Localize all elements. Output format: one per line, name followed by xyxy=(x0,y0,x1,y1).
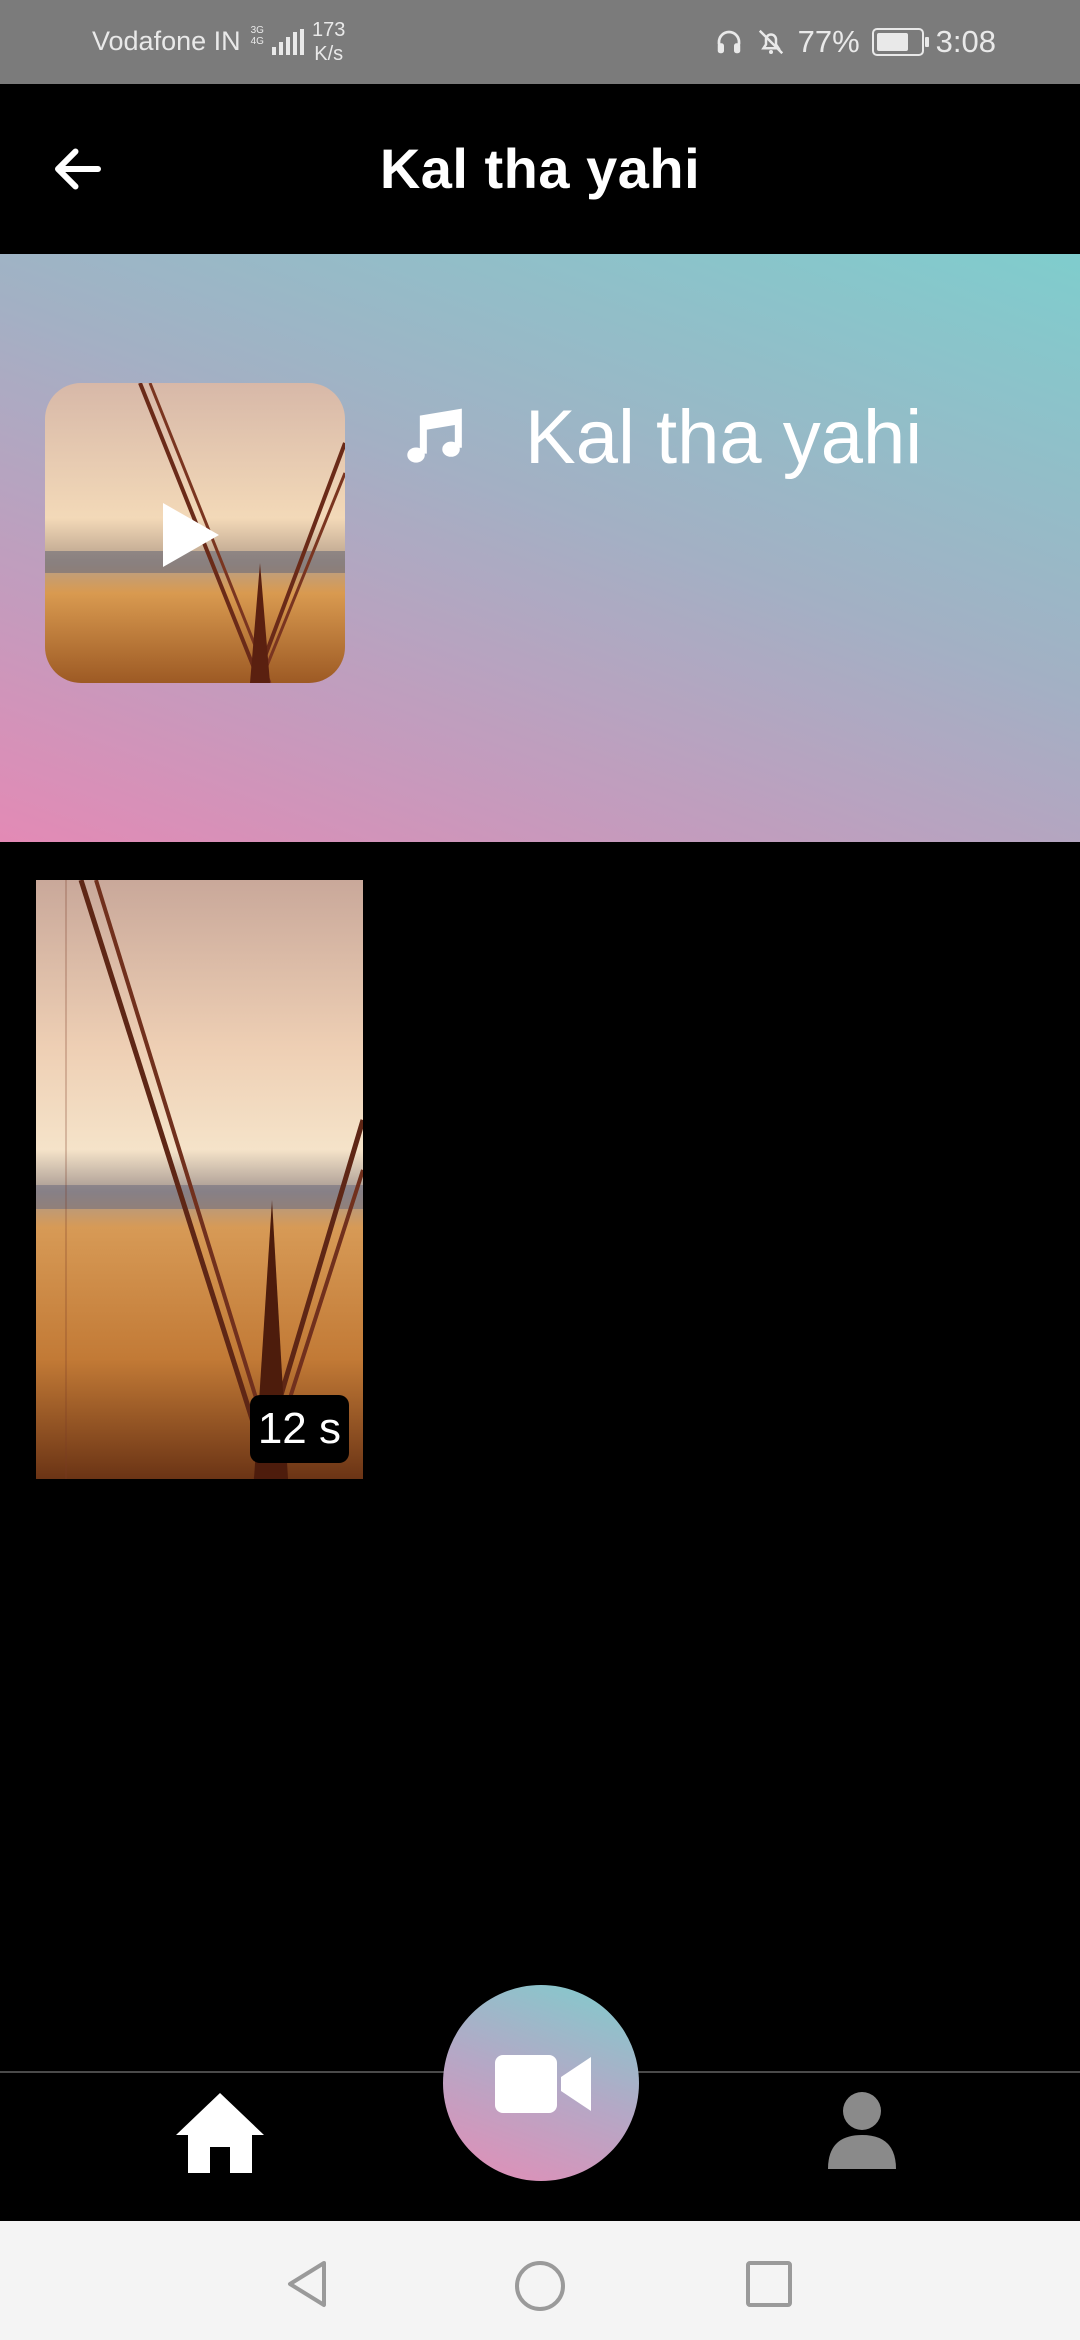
headphones-icon xyxy=(717,30,740,54)
video-camera-icon xyxy=(495,2055,591,2113)
page-title: Kal tha yahi xyxy=(379,137,701,200)
network-speed: 173 K/s xyxy=(312,19,346,65)
home-circle-icon[interactable] xyxy=(513,2259,567,2313)
clock: 3:08 xyxy=(935,24,996,59)
home-icon[interactable] xyxy=(170,2087,270,2177)
record-video-button[interactable] xyxy=(443,1985,639,2181)
bell-off-icon xyxy=(758,29,783,55)
status-left: Vodafone IN 3G 4G xyxy=(92,24,304,57)
app-bar: Kal tha yahi xyxy=(0,84,1080,254)
bridge-video-image xyxy=(36,880,363,1479)
song-header: Kal tha yahi xyxy=(0,254,1080,842)
status-bar: Vodafone IN 3G 4G 173 K/s 77% 3:08 xyxy=(0,0,1080,84)
carrier-label: Vodafone IN xyxy=(92,26,241,56)
system-nav-bar xyxy=(0,2221,1080,2340)
play-icon[interactable] xyxy=(163,503,219,567)
recents-square-icon[interactable] xyxy=(744,2259,794,2309)
status-right: 77% 3:08 xyxy=(714,24,996,60)
network-type: 3G 4G xyxy=(250,24,264,47)
video-thumbnail[interactable]: 12 s xyxy=(36,880,363,1479)
music-note-icon xyxy=(407,408,462,463)
battery-charging-icon xyxy=(871,28,929,56)
battery-percent: 77% xyxy=(797,24,860,59)
song-cover-thumbnail[interactable] xyxy=(45,383,345,683)
back-triangle-icon[interactable] xyxy=(284,2259,330,2309)
video-duration-badge: 12 s xyxy=(249,1395,349,1463)
profile-icon[interactable] xyxy=(822,2089,902,2169)
signal-icon xyxy=(271,28,304,55)
song-title: Kal tha yahi xyxy=(525,395,923,480)
